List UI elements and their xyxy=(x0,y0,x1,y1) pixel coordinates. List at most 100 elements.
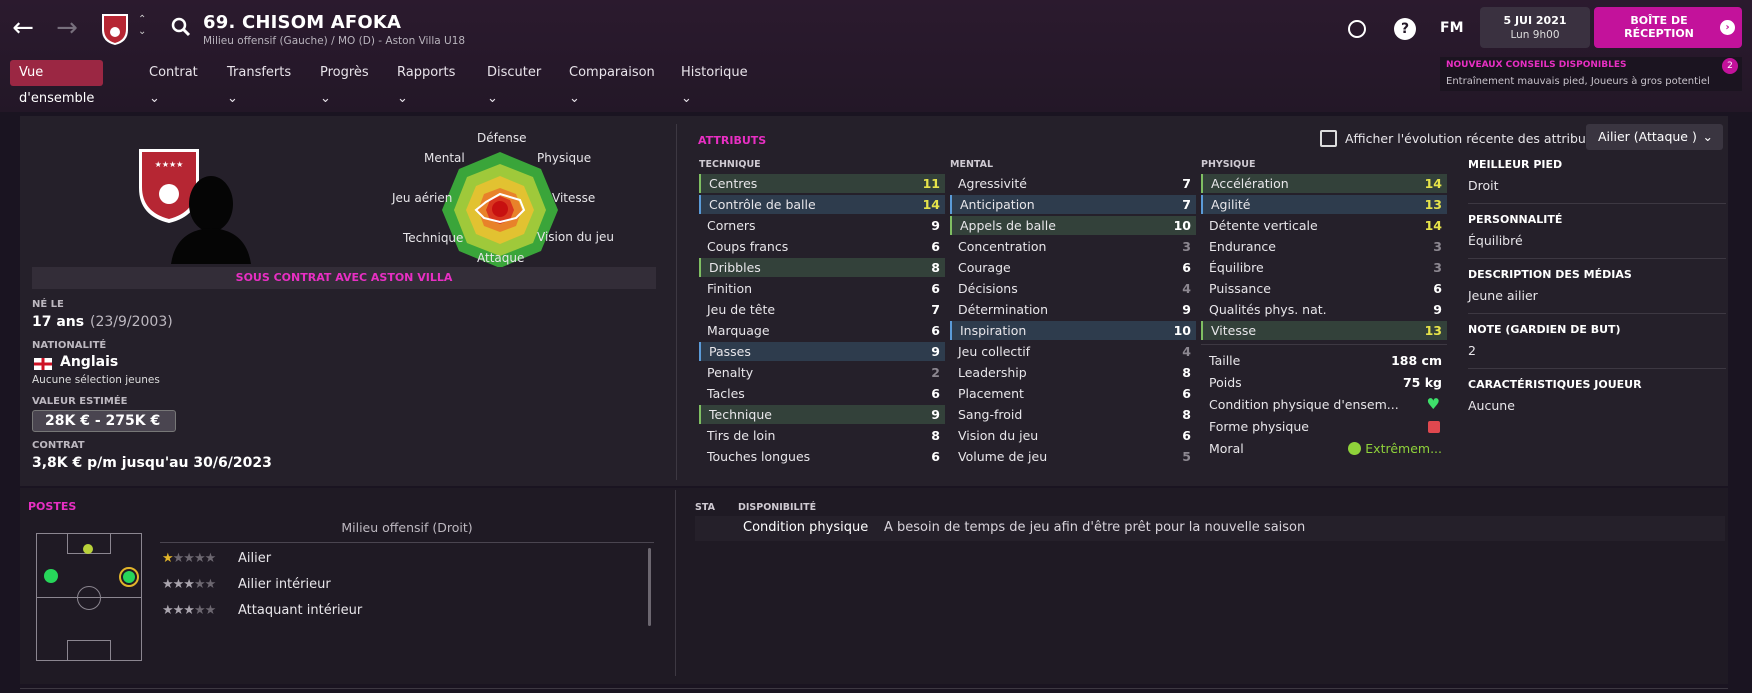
attribute-row[interactable]: Endurance 3 xyxy=(1201,237,1447,256)
menu-comparison[interactable]: Comparaison ⌄ xyxy=(560,60,664,106)
nationality-label: NATIONALITÉ xyxy=(32,340,107,351)
attribute-row[interactable]: Décisions 4 xyxy=(950,279,1196,298)
menu-label: Transferts xyxy=(227,65,292,80)
attribute-value: 7 xyxy=(931,302,940,317)
menu-history[interactable]: Historique ⌄ xyxy=(672,60,757,106)
menu-discuss[interactable]: Discuter ⌄ xyxy=(478,60,550,106)
attribute-row[interactable]: Puissance 6 xyxy=(1201,279,1447,298)
attribute-row[interactable]: Tacles 6 xyxy=(699,384,945,403)
evolution-checkbox[interactable] xyxy=(1320,130,1337,147)
search-icon[interactable] xyxy=(170,16,192,38)
nationality-value[interactable]: Anglais xyxy=(60,354,118,370)
attribute-row[interactable]: Jeu de tête 7 xyxy=(699,300,945,319)
menu-label: Discuter xyxy=(487,65,542,80)
condition-row[interactable]: Condition physique d'ensem... ♥ xyxy=(1201,395,1447,414)
attribute-name: Agressivité xyxy=(958,176,1028,191)
attribute-row[interactable]: Leadership 8 xyxy=(950,363,1196,382)
roles-scrollbar[interactable] xyxy=(648,548,651,626)
role-name[interactable]: Attaquant intérieur xyxy=(238,603,362,618)
attribute-row[interactable]: Détente verticale 14 xyxy=(1201,216,1447,235)
position-dot[interactable] xyxy=(83,544,93,554)
attribute-name: Passes xyxy=(709,344,751,359)
attribute-row[interactable]: Agressivité 7 xyxy=(950,174,1196,193)
menu-overview[interactable]: Vue d'ensemble ⌄ xyxy=(10,60,104,132)
availability-text: A besoin de temps de jeu afin d'être prê… xyxy=(884,520,1306,535)
position-dot[interactable] xyxy=(123,571,135,583)
attribute-row[interactable]: Accélération 14 xyxy=(1201,174,1447,193)
attribute-row[interactable]: Qualités phys. nat. 9 xyxy=(1201,300,1447,319)
attribute-row[interactable]: Concentration 3 xyxy=(950,237,1196,256)
inbox-button[interactable]: BOÎTE DE RÉCEPTION › xyxy=(1594,7,1742,48)
personality-block: PERSONNALITÉ Équilibré xyxy=(1468,213,1726,248)
dob-value: (23/9/2003) xyxy=(90,314,173,330)
notification-text: Entraînement mauvais pied, Joueurs à gro… xyxy=(1446,76,1710,87)
attribute-row[interactable]: Tirs de loin 8 xyxy=(699,426,945,445)
attribute-row[interactable]: Sang-froid 8 xyxy=(950,405,1196,424)
forward-arrow-icon[interactable]: → xyxy=(52,14,82,44)
attribute-row[interactable]: Agilité 13 xyxy=(1201,195,1447,214)
attribute-row[interactable]: Centres 11 xyxy=(699,174,945,193)
menu-progress[interactable]: Progrès ⌄ xyxy=(311,60,378,106)
position-dot[interactable] xyxy=(44,569,58,583)
back-arrow-icon[interactable]: ← xyxy=(8,14,38,44)
role-name[interactable]: Ailier intérieur xyxy=(238,577,331,592)
attribute-row[interactable]: Dribbles 8 xyxy=(699,258,945,277)
england-flag-icon[interactable] xyxy=(34,358,52,370)
value-label: VALEUR ESTIMÉE xyxy=(32,396,128,407)
attribute-row[interactable]: Détermination 9 xyxy=(950,300,1196,319)
attribute-row[interactable]: Penalty 2 xyxy=(699,363,945,382)
date-display[interactable]: 5 JUI 2021 Lun 9h00 xyxy=(1480,7,1590,48)
role-name[interactable]: Ailier xyxy=(238,551,271,566)
attribute-row[interactable]: Placement 6 xyxy=(950,384,1196,403)
weight-value: 75 kg xyxy=(1402,375,1442,390)
physique-header: PHYSIQUE xyxy=(1201,159,1256,170)
role-rating-stars: ★★★★★ xyxy=(162,551,216,566)
value-tag: 28K € - 275K € xyxy=(32,410,176,432)
traits-label: CARACTÉRISTIQUES JOUEUR xyxy=(1468,378,1642,391)
menu-transfers[interactable]: Transferts ⌄ xyxy=(218,60,300,106)
attribute-value: 13 xyxy=(1424,197,1442,212)
attribute-name: Appels de balle xyxy=(960,218,1056,233)
attribute-row[interactable]: Volume de jeu 5 xyxy=(950,447,1196,466)
availability-row[interactable]: Condition physique A besoin de temps de … xyxy=(695,516,1725,541)
globe-icon[interactable] xyxy=(1348,20,1366,38)
attribute-row[interactable]: Touches longues 6 xyxy=(699,447,945,466)
attribute-row[interactable]: Passes 9 xyxy=(699,342,945,361)
attribute-row[interactable]: Marquage 6 xyxy=(699,321,945,340)
morale-row[interactable]: Moral Extrêmem... xyxy=(1201,439,1447,458)
attribute-row[interactable]: Technique 9 xyxy=(699,405,945,424)
role-dropdown[interactable]: Ailier (Attaque ) ⌄ xyxy=(1586,124,1723,150)
attribute-name: Finition xyxy=(707,281,753,296)
club-crest-icon[interactable] xyxy=(100,12,130,46)
attribute-name: Penalty xyxy=(707,365,754,380)
attribute-row[interactable]: Inspiration 10 xyxy=(950,321,1196,340)
help-icon[interactable]: ? xyxy=(1394,18,1416,40)
attribute-row[interactable]: Coups francs 6 xyxy=(699,237,945,256)
club-switch-chevrons-icon[interactable]: ⌃ ⌄ xyxy=(138,14,146,38)
fm-menu-button[interactable]: FM xyxy=(1440,20,1464,36)
attribute-name: Anticipation xyxy=(960,197,1035,212)
attribute-name: Tirs de loin xyxy=(707,428,776,443)
player-silhouette xyxy=(171,176,251,264)
attribute-value: 6 xyxy=(1182,260,1191,275)
attribute-row[interactable]: Contrôle de balle 14 xyxy=(699,195,945,214)
attribute-row[interactable]: Équilibre 3 xyxy=(1201,258,1447,277)
menu-reports[interactable]: Rapports ⌄ xyxy=(388,60,464,106)
notification-panel[interactable]: NOUVEAUX CONSEILS DISPONIBLES Entraîneme… xyxy=(1440,57,1742,91)
attribute-row[interactable]: Appels de balle 10 xyxy=(950,216,1196,235)
attribute-row[interactable]: Anticipation 7 xyxy=(950,195,1196,214)
attribute-value: 6 xyxy=(1433,281,1442,296)
attribute-value: 14 xyxy=(1424,176,1442,191)
notification-title: NOUVEAUX CONSEILS DISPONIBLES xyxy=(1446,60,1627,70)
caps-text: Aucune sélection jeunes xyxy=(32,374,160,386)
form-row[interactable]: Forme physique xyxy=(1201,417,1447,436)
attribute-row[interactable]: Vision du jeu 6 xyxy=(950,426,1196,445)
attribute-row[interactable]: Jeu collectif 4 xyxy=(950,342,1196,361)
attribute-row[interactable]: Corners 9 xyxy=(699,216,945,235)
menu-contract[interactable]: Contrat ⌄ xyxy=(140,60,207,106)
attribute-row[interactable]: Courage 6 xyxy=(950,258,1196,277)
attribute-name: Sang-froid xyxy=(958,407,1023,422)
attribute-name: Touches longues xyxy=(707,449,811,464)
attribute-row[interactable]: Finition 6 xyxy=(699,279,945,298)
attribute-row[interactable]: Vitesse 13 xyxy=(1201,321,1447,340)
